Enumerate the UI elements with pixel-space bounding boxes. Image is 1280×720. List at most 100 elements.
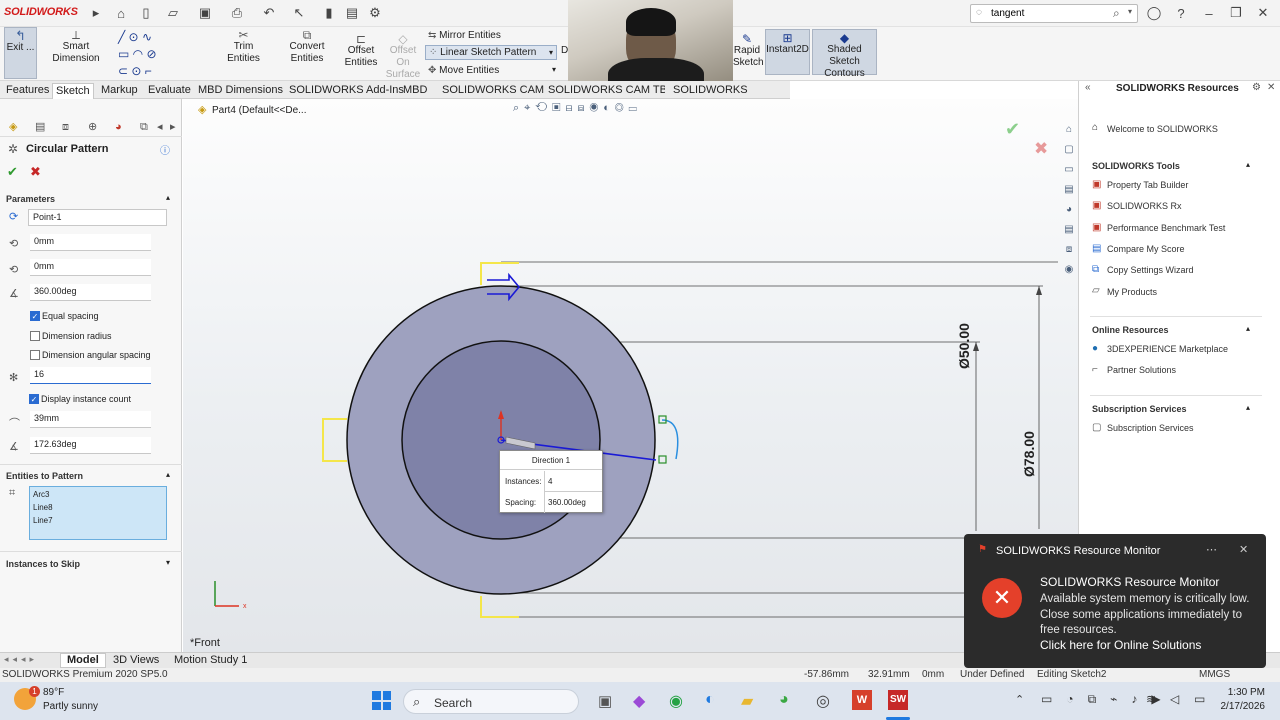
performance-benchmark-link[interactable]: Performance Benchmark Test [1107, 223, 1225, 233]
chevron-down-icon[interactable]: ▾ [552, 65, 556, 74]
search-input[interactable] [991, 6, 1111, 21]
arrow-right-icon[interactable]: ▸ [170, 119, 176, 135]
volume-icon[interactable]: ◁ [1170, 692, 1179, 706]
subscription-services-link[interactable]: Subscription Services [1107, 423, 1194, 433]
file-properties-icon[interactable]: ▤ [343, 4, 361, 22]
select-icon[interactable]: ↖ [290, 4, 308, 22]
tab-inspection[interactable]: SOLIDWORKS Inspection [670, 83, 790, 110]
arc-angle-field[interactable]: 172.63deg [30, 437, 151, 454]
instances-to-skip-label[interactable]: Instances to Skip [6, 559, 80, 569]
print-icon[interactable]: ⎙ [228, 4, 246, 22]
rectangle-icon[interactable]: ▭ ◠ ⊘ [118, 47, 157, 61]
whatsapp-icon[interactable]: ◉ [669, 691, 683, 711]
callout-spacing-value[interactable]: 360.00deg [544, 491, 602, 513]
chevron-up-icon[interactable]: ⌃ [1015, 693, 1024, 706]
traffic-light-icon[interactable]: ▮ [320, 4, 338, 22]
tab-model[interactable]: Model [60, 653, 106, 668]
slot-icon[interactable]: ⊂ ⊙ ⌐ [118, 64, 152, 78]
compare-my-score-link[interactable]: Compare My Score [1107, 244, 1185, 254]
radius-field[interactable]: 39mm [30, 411, 151, 428]
more-options-icon[interactable]: ⋯ [1206, 543, 1217, 556]
configuration-manager-tab-icon[interactable]: ⧈ [62, 119, 69, 135]
task-pane-tabs[interactable]: ⌂ ▢ ▭ ▤ ◕ ▤ ⧈ ◉ [1060, 120, 1078, 282]
battery-icon[interactable]: ▭ [1194, 692, 1205, 706]
cam-tab-icon[interactable]: ⧉ [140, 119, 148, 135]
center-x-field[interactable]: 0mm [30, 234, 151, 251]
mirror-entities-button[interactable]: ⇆ Mirror Entities [428, 30, 501, 41]
sketch-canvas[interactable]: x [183, 99, 1078, 652]
tab-motion-study[interactable]: Motion Study 1 [174, 654, 247, 666]
weather-temp[interactable]: 89°F [43, 687, 64, 698]
tab-scroll-arrows[interactable]: ◂◂◂▸ [4, 654, 38, 665]
help-icon[interactable]: ⓘ [160, 142, 170, 157]
chevron-down-icon[interactable]: ▾ [549, 46, 553, 59]
offset-entities-button[interactable]: ⊏ Offset Entities [343, 33, 379, 69]
linear-sketch-pattern-button[interactable]: ⁘ Linear Sketch Pattern ▾ [425, 45, 557, 60]
toast-close-icon[interactable]: ✕ [1239, 543, 1248, 556]
tab-cam[interactable]: SOLIDWORKS CAM [439, 83, 547, 99]
tab-mbd[interactable]: MBD [400, 83, 430, 99]
list-item[interactable]: Line7 [33, 514, 163, 527]
feature-manager-tab-icon[interactable]: ◈ [9, 119, 17, 135]
chevron-up-icon[interactable]: ▴ [1246, 160, 1250, 169]
help-icon[interactable]: ? [1172, 4, 1190, 22]
restore-icon[interactable]: ❐ [1227, 4, 1245, 22]
clock-time[interactable]: 1:30 PM [1217, 687, 1265, 698]
options-gear-icon[interactable]: ⚙ [366, 4, 384, 22]
tab-features[interactable]: Features [3, 83, 52, 99]
resource-monitor-toast[interactable]: ⚑ SOLIDWORKS Resource Monitor ⋯ ✕ ✕ SOLI… [964, 534, 1266, 668]
search-icon[interactable]: ⌕ [1113, 6, 1120, 21]
instances-field[interactable]: 16 [30, 367, 151, 384]
entities-list[interactable]: Arc3 Line8 Line7 [29, 486, 167, 540]
dimxpert-tab-icon[interactable]: ⊕ [88, 119, 97, 135]
exit-sketch-button[interactable]: ↰ Exit ... [4, 27, 37, 79]
task-view-icon[interactable]: ▣ [598, 692, 612, 710]
tab-cam-tbm[interactable]: SOLIDWORKS CAM TBM [545, 83, 665, 99]
app-icon[interactable]: ◎ [816, 691, 830, 711]
menu-chevron-icon[interactable]: ▸ [87, 4, 105, 22]
solidworks-logo[interactable]: SOLIDWORKS [4, 6, 78, 18]
collapse-pane-icon[interactable]: « [1085, 82, 1091, 93]
arc3[interactable] [661, 419, 679, 460]
edge-icon[interactable]: ◐ [705, 691, 715, 709]
ok-check-icon[interactable]: ✔ [7, 164, 18, 180]
trim-entities-button[interactable]: ✂ Trim Entities [216, 29, 271, 65]
close-icon[interactable]: ✕ [1254, 4, 1272, 22]
save-icon[interactable]: ▣ [196, 4, 214, 22]
my-products-link[interactable]: My Products [1107, 287, 1157, 297]
arrow-left-icon[interactable]: ◂ [157, 119, 163, 135]
display-manager-tab-icon[interactable]: ◕ [115, 119, 122, 135]
center-point-field[interactable]: Point-1 [28, 209, 167, 226]
list-item[interactable]: Line8 [33, 501, 163, 514]
diameter-50-dimension[interactable]: Ø50.00 [956, 299, 972, 369]
offset-on-surface-button[interactable]: ◇ Offset On Surface [383, 33, 423, 81]
welcome-link[interactable]: Welcome to SOLIDWORKS [1107, 124, 1218, 134]
graphics-area[interactable]: ◈ Part4 (Default<<De... ⌕⌖⟲▣⊟⧈◉◐◎▭ ⬚–⬚✕ … [183, 99, 1078, 652]
convert-entities-button[interactable]: ⧉ Convert Entities [272, 29, 342, 65]
account-icon[interactable]: ◯ [1145, 4, 1163, 22]
partner-solutions-link[interactable]: Partner Solutions [1107, 365, 1176, 375]
chevron-up-icon[interactable]: ▴ [166, 193, 170, 202]
diameter-78-dimension[interactable]: Ø78.00 [1021, 407, 1037, 477]
cancel-x-icon[interactable]: ✖ [30, 164, 41, 180]
chevron-down-icon[interactable]: ▾ [166, 558, 170, 567]
property-manager-tab-icon[interactable]: ▤ [35, 119, 45, 135]
sketch-entity-tools[interactable]: ╱ ⊙ ∿ ▭ ◠ ⊘ ⊂ ⊙ ⌐ [118, 29, 213, 79]
smart-dimension-button[interactable]: ⟂ Smart Dimension [40, 29, 112, 65]
chevron-up-icon[interactable]: ▴ [1246, 403, 1250, 412]
new-document-icon[interactable]: ▯ [137, 4, 155, 22]
open-folder-icon[interactable]: ▱ [164, 4, 182, 22]
copy-settings-wizard-link[interactable]: Copy Settings Wizard [1107, 265, 1194, 275]
tab-sketch[interactable]: Sketch [52, 83, 94, 99]
solidworks-rx-link[interactable]: SOLIDWORKS Rx [1107, 201, 1182, 211]
toast-link[interactable]: Click here for Online Solutions [1040, 638, 1201, 652]
search-box[interactable]: ◌ ⌕ ▾ [970, 4, 1138, 23]
wps-office-icon[interactable]: W [852, 690, 872, 710]
list-item[interactable]: Arc3 [33, 488, 163, 501]
tab-evaluate[interactable]: Evaluate [145, 83, 194, 99]
task-pane-close-icon[interactable]: ✕ [1267, 82, 1275, 93]
wifi-icon[interactable]: ≋ [1146, 692, 1156, 706]
status-units[interactable]: MMGS [1199, 669, 1230, 680]
copilot-icon[interactable]: ◆ [633, 691, 645, 711]
taskbar-search[interactable]: ⌕ Search [403, 689, 579, 714]
